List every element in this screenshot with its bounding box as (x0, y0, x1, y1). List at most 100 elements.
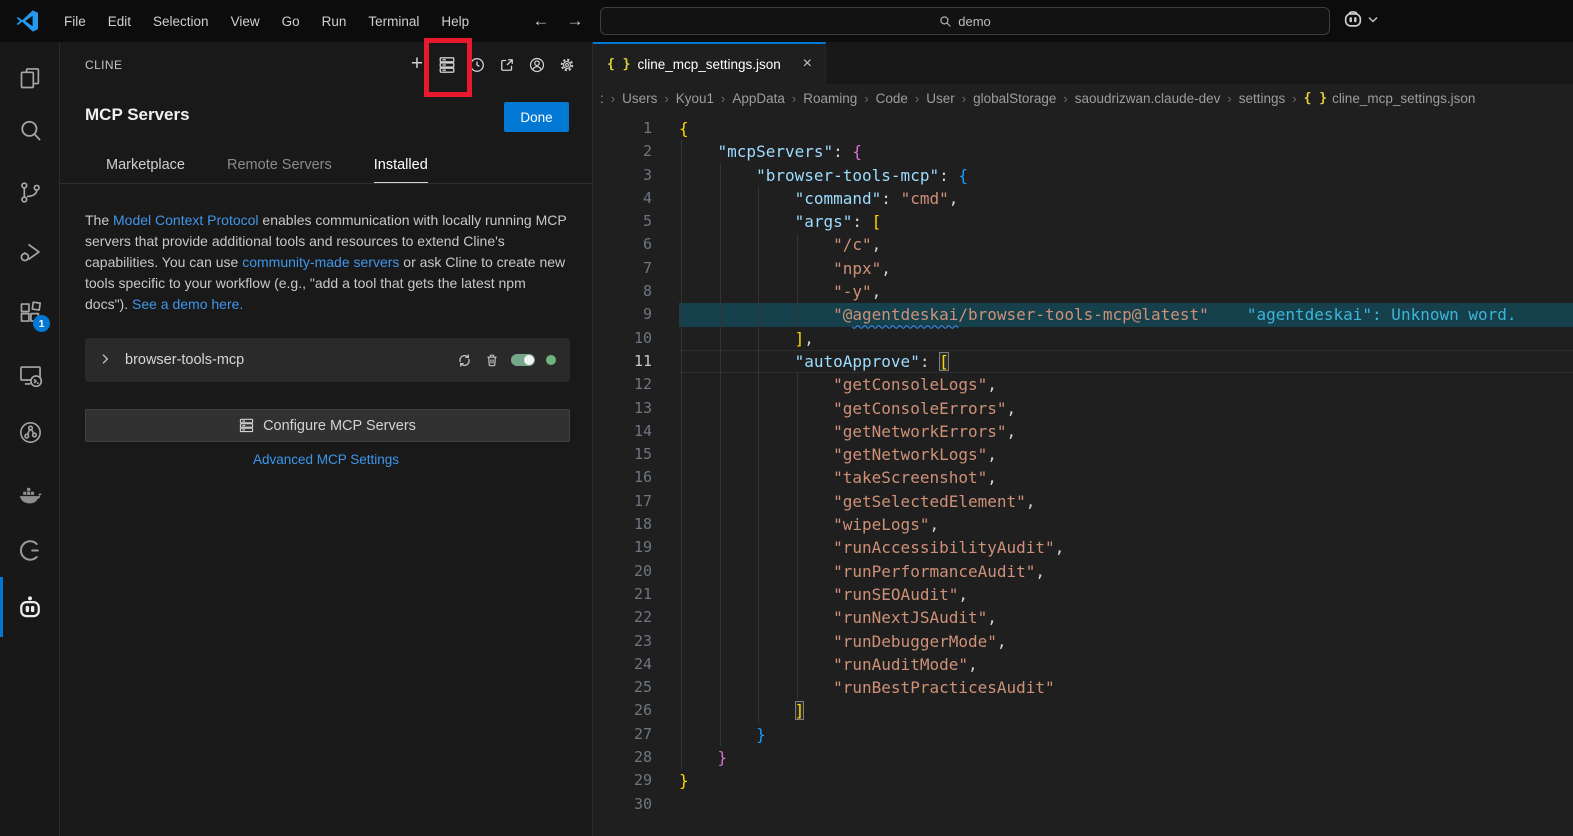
command-center-search[interactable]: demo (600, 7, 1330, 35)
code-line-23[interactable]: 23 "runDebuggerMode", (593, 630, 1573, 653)
code-line-11[interactable]: 11 "autoApprove": [ (593, 350, 1573, 373)
nav-back-icon[interactable]: ← (528, 9, 554, 33)
breadcrumb-item-appdata[interactable]: AppData (732, 91, 785, 106)
breadcrumb-item-cline-mcp-settings-json[interactable]: cline_mcp_settings.json (1332, 91, 1475, 106)
code-line-4[interactable]: 4 "command": "cmd", (593, 187, 1573, 210)
code-line-27[interactable]: 27 } (593, 723, 1573, 746)
inline-link-see-a-demo-here[interactable]: See a demo here. (132, 296, 243, 312)
code-line-28[interactable]: 28 } (593, 746, 1573, 769)
active-view-indicator (0, 577, 3, 637)
close-tab-icon[interactable]: × (800, 56, 815, 72)
source-control-icon[interactable] (14, 176, 46, 208)
breadcrumb-item-kyou1[interactable]: Kyou1 (676, 91, 714, 106)
tab-installed[interactable]: Installed (374, 146, 428, 183)
code-line-19[interactable]: 19 "runAccessibilityAudit", (593, 536, 1573, 559)
code-line-21[interactable]: 21 "runSEOAudit", (593, 583, 1573, 606)
breadcrumb-item-settings[interactable]: settings (1239, 91, 1286, 106)
code-line-20[interactable]: 20 "runPerformanceAudit", (593, 560, 1573, 583)
code-line-14[interactable]: 14 "getNetworkErrors", (593, 420, 1573, 443)
code-line-3[interactable]: 3 "browser-tools-mcp": { (593, 164, 1573, 187)
menu-item-help[interactable]: Help (430, 9, 480, 34)
line-number: 8 (593, 280, 679, 303)
code-line-22[interactable]: 22 "runNextJSAudit", (593, 606, 1573, 629)
code-line-2[interactable]: 2 "mcpServers": { (593, 140, 1573, 163)
code-token: [ (872, 212, 882, 231)
cline-icon[interactable] (14, 591, 46, 623)
code-line-9[interactable]: 9 "@agentdeskai/browser-tools-mcp@latest… (593, 303, 1573, 326)
code-token: "runBestPracticesAudit" (833, 678, 1055, 697)
settings-gear-icon[interactable] (556, 53, 578, 77)
code-line-18[interactable]: 18 "wipeLogs", (593, 513, 1573, 536)
continue-icon[interactable] (14, 534, 46, 566)
code-editor[interactable]: 1{2 "mcpServers": {3 "browser-tools-mcp"… (593, 112, 1573, 836)
server-toggle[interactable] (511, 354, 535, 366)
code-content: "getConsoleLogs", (679, 373, 1573, 396)
menu-item-view[interactable]: View (220, 9, 271, 34)
docker-icon[interactable] (14, 479, 46, 511)
code-line-24[interactable]: 24 "runAuditMode", (593, 653, 1573, 676)
menu-item-go[interactable]: Go (271, 9, 311, 34)
code-line-10[interactable]: 10 ], (593, 327, 1573, 350)
menu-item-edit[interactable]: Edit (97, 9, 142, 34)
code-token: "browser-tools-mcp" (756, 166, 939, 185)
done-button[interactable]: Done (504, 102, 569, 132)
breadcrumb-item-globalstorage[interactable]: globalStorage (973, 91, 1056, 106)
code-line-7[interactable]: 7 "npx", (593, 257, 1573, 280)
inline-link-community-made-servers[interactable]: community-made servers (242, 254, 399, 270)
restart-server-icon[interactable] (456, 352, 473, 369)
menu-item-terminal[interactable]: Terminal (357, 9, 430, 34)
copilot-button[interactable] (1342, 8, 1378, 30)
breadcrumb-item-user[interactable]: User (926, 91, 955, 106)
remote-explorer-icon[interactable] (14, 359, 46, 391)
copilot-icon (1342, 8, 1364, 30)
search-sidebar-icon[interactable] (14, 114, 46, 146)
code-line-26[interactable]: 26 ] (593, 699, 1573, 722)
server-stack-icon (239, 418, 254, 433)
code-line-17[interactable]: 17 "getSelectedElement", (593, 490, 1573, 513)
tab-marketplace[interactable]: Marketplace (106, 146, 185, 183)
code-line-12[interactable]: 12 "getConsoleLogs", (593, 373, 1573, 396)
breadcrumb-item-[interactable]: : (600, 91, 604, 106)
breadcrumb-item-roaming[interactable]: Roaming (803, 91, 857, 106)
chevron-right-icon[interactable] (97, 351, 115, 369)
network-circle-icon[interactable] (14, 416, 46, 448)
code-line-30[interactable]: 30 (593, 793, 1573, 816)
account-icon[interactable] (526, 53, 548, 77)
delete-server-icon[interactable] (484, 352, 500, 369)
line-number: 2 (593, 140, 679, 163)
breadcrumb-item-code[interactable]: Code (876, 91, 908, 106)
code-line-25[interactable]: 25 "runBestPracticesAudit" (593, 676, 1573, 699)
breadcrumb-item-saoudrizwan-claude-dev[interactable]: saoudrizwan.claude-dev (1075, 91, 1221, 106)
server-name: browser-tools-mcp (125, 352, 456, 368)
code-line-13[interactable]: 13 "getConsoleErrors", (593, 397, 1573, 420)
breadcrumb[interactable]: :›Users›Kyou1›AppData›Roaming›Code›User›… (593, 84, 1573, 112)
code-content: "getNetworkErrors", (679, 420, 1573, 443)
run-debug-icon[interactable] (14, 236, 46, 268)
explorer-icon[interactable] (14, 62, 46, 94)
menu-item-run[interactable]: Run (311, 9, 358, 34)
tab-remote-servers[interactable]: Remote Servers (227, 146, 332, 183)
tabs-divider (60, 183, 592, 184)
code-line-8[interactable]: 8 "-y", (593, 280, 1573, 303)
advanced-settings-link[interactable]: Advanced MCP Settings (60, 452, 592, 467)
breadcrumb-item-users[interactable]: Users (622, 91, 657, 106)
code-line-1[interactable]: 1{ (593, 117, 1573, 140)
code-line-16[interactable]: 16 "takeScreenshot", (593, 466, 1573, 489)
code-line-15[interactable]: 15 "getNetworkLogs", (593, 443, 1573, 466)
code-line-29[interactable]: 29} (593, 769, 1573, 792)
editor-tab[interactable]: { } cline_mcp_settings.json × (593, 42, 826, 84)
menu-item-file[interactable]: File (53, 9, 97, 34)
menu-item-selection[interactable]: Selection (142, 9, 220, 34)
code-token: } (679, 771, 689, 790)
code-line-5[interactable]: 5 "args": [ (593, 210, 1573, 233)
configure-mcp-button[interactable]: Configure MCP Servers (85, 409, 570, 442)
open-in-editor-icon[interactable] (496, 53, 518, 77)
code-content: "runDebuggerMode", (679, 630, 1573, 653)
inline-link-model-context-protocol[interactable]: Model Context Protocol (113, 212, 259, 228)
code-token: : (920, 352, 939, 371)
nav-forward-icon[interactable]: → (562, 9, 588, 33)
code-line-6[interactable]: 6 "/c", (593, 233, 1573, 256)
server-row[interactable]: browser-tools-mcp (85, 338, 570, 382)
extensions-icon[interactable]: 1 (14, 296, 46, 328)
code-content: "runAccessibilityAudit", (679, 536, 1573, 559)
